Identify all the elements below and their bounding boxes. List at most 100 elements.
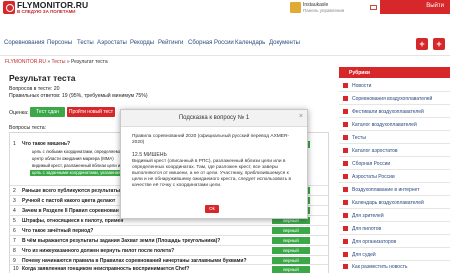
logo-subtitle: В СЛЕДУЮ ЗА ПОЛЕТАМИ — [17, 9, 76, 14]
nav-item-documents[interactable]: Документы — [269, 40, 300, 46]
question-number: 4 — [13, 208, 16, 214]
hint-modal: Подсказка к вопросу № 1 × Правила соревн… — [120, 109, 308, 219]
sidebar-item-organizers[interactable]: Для организаторов — [339, 236, 450, 248]
menu-button[interactable]: + — [433, 38, 445, 50]
sidebar-item-label: Сборная России — [352, 161, 391, 167]
nav-item-balloons[interactable]: Аэростаты — [97, 40, 127, 46]
test-passed-badge: Тест сдан — [30, 107, 65, 117]
page-title: Результат теста — [9, 73, 76, 83]
site-header: FLYMONITOR.RU В СЛЕДУЮ ЗА ПОЛЕТАМИ Insta… — [0, 0, 450, 16]
sidebar-item-calendar[interactable]: Календарь воздухоплавателей — [339, 197, 450, 209]
arrow-icon — [343, 264, 348, 269]
arrow-icon — [343, 148, 348, 153]
sidebar-item-label: Как разместить новость — [352, 264, 408, 270]
arrow-icon — [343, 161, 348, 166]
sidebar-item-national-team[interactable]: Сборная России — [339, 158, 450, 170]
questions-count: Вопросов в тесте: 20 — [9, 86, 60, 92]
table-row[interactable]: 6 Что такое зачётный период? верный — [10, 226, 328, 236]
questions-header: Вопросы теста: — [9, 125, 47, 131]
sidebar-item-balloon-catalog[interactable]: Каталог аэростатов — [339, 145, 450, 157]
question-number: 8 — [13, 248, 16, 254]
breadcrumb-home[interactable]: FLYMONITOR.RU — [5, 59, 46, 65]
question-number: 9 — [13, 258, 16, 264]
ok-button[interactable]: Ok — [205, 205, 219, 213]
sidebar-item-pilot-catalog[interactable]: Каталог воздухоплавателей — [339, 119, 450, 131]
breadcrumb-separator: » — [47, 59, 51, 65]
verdict-badge: верный — [272, 266, 310, 273]
sidebar-item-label: Соревнования воздухоплавателей — [352, 96, 433, 102]
arrow-icon — [343, 226, 348, 231]
table-row[interactable]: 8 Что из нижеуказанного должен вернуть п… — [10, 246, 328, 256]
question-text: Что из нижеуказанного должен вернуть пил… — [22, 248, 175, 254]
sidebar-item-tests[interactable]: Тесты — [339, 132, 450, 144]
logout-button[interactable]: Выйти — [380, 0, 450, 14]
arrow-icon — [343, 96, 348, 101]
sidebar-item-label: Каталог воздухоплавателей — [352, 122, 417, 128]
table-row[interactable]: 10 Когда заявленная гонщиком неисправнос… — [10, 265, 328, 273]
grade-label: Оценка: — [9, 110, 29, 116]
arrow-icon — [343, 109, 348, 114]
sidebar-item-label: Для зрителей — [352, 213, 384, 219]
breadcrumb-current: Результат теста — [71, 59, 108, 65]
question-text: Почему начинаются правила в Правилах сор… — [22, 258, 247, 264]
nav-item-ratings[interactable]: Рейтинги — [158, 40, 183, 46]
correct-answers: Правильных ответов: 19 (95%, требуемый м… — [9, 93, 148, 99]
verdict-badge: верный — [272, 237, 310, 244]
question-number: 2 — [13, 188, 16, 194]
table-row[interactable]: 9 Почему начинаются правила в Правилах с… — [10, 256, 328, 265]
arrow-icon — [343, 213, 348, 218]
table-row[interactable]: 7 В чём выражается результаты задания За… — [10, 236, 328, 246]
add-button[interactable]: + — [416, 38, 428, 50]
breadcrumb-tests[interactable]: Тесты — [52, 59, 66, 65]
verdict-badge: верный — [272, 227, 310, 234]
sidebar-item-news[interactable]: Новости — [339, 80, 450, 92]
nav-item-calendar[interactable]: Календарь — [235, 40, 265, 46]
question-number: 1 — [13, 141, 16, 147]
nav-item-persons[interactable]: Персоны — [47, 40, 72, 46]
question-number: 10 — [13, 266, 19, 272]
sidebar-item-spectators[interactable]: Для зрителей — [339, 210, 450, 222]
sidebar-item-label: Новости — [352, 83, 372, 89]
close-icon[interactable]: × — [299, 113, 303, 120]
arrow-icon — [343, 122, 348, 127]
sidebar-item-russian-balloons[interactable]: Аэростаты России — [339, 171, 450, 183]
sidebar-item-competitions[interactable]: Соревнования воздухоплавателей — [339, 93, 450, 105]
mail-icon[interactable] — [370, 5, 377, 10]
sidebar-item-submit-news[interactable]: Как разместить новость — [339, 261, 450, 273]
breadcrumb-separator: » — [66, 59, 70, 65]
modal-source: Правила соревнований 2020 (официальный р… — [132, 134, 290, 145]
nav-item-tests[interactable]: Тесты — [77, 40, 94, 46]
new-test-button[interactable]: Пройти новый тест — [67, 107, 115, 117]
sidebar-item-label: Календарь воздухоплавателей — [352, 200, 424, 206]
logo-icon[interactable] — [3, 1, 15, 14]
arrow-icon — [343, 174, 348, 179]
sidebar-heading: Рубрики — [339, 67, 450, 78]
question-text: Что такое мишень? — [22, 141, 71, 147]
nav-item-national-team[interactable]: Сборная России — [188, 40, 234, 46]
question-text: Что такое зачётный период? — [22, 228, 94, 234]
main-nav: Соревнования Персоны Тесты Аэростаты Рек… — [0, 28, 450, 56]
arrow-icon — [343, 83, 348, 88]
sidebar-item-label: Для пилотов — [352, 226, 382, 232]
control-panel-link[interactable]: Панель управления — [303, 8, 344, 13]
modal-header: Подсказка к вопросу № 1 × — [121, 110, 307, 127]
arrow-icon — [343, 200, 348, 205]
nav-item-competitions[interactable]: Соревнования — [4, 40, 45, 46]
question-text: Когда заявленная гонщиком неисправность … — [22, 266, 190, 272]
sidebar-item-festivals[interactable]: Фестивали воздухоплавателей — [339, 106, 450, 118]
arrow-icon — [343, 252, 348, 257]
question-text: В чём выражается результаты задания Захв… — [22, 238, 221, 244]
nav-item-records[interactable]: Рекорды — [130, 40, 154, 46]
question-number: 5 — [13, 218, 16, 224]
modal-title: Подсказка к вопросу № 1 — [178, 115, 250, 121]
sidebar-item-pilots[interactable]: Для пилотов — [339, 223, 450, 235]
question-text: Ручной с пастой какого цвета делают — [22, 198, 116, 204]
arrow-icon — [343, 135, 348, 140]
sidebar-item-internet[interactable]: Воздухоплавание в интернет — [339, 184, 450, 196]
question-text: Зачем в Разделе II Правил соревнован — [22, 208, 119, 214]
user-avatar[interactable] — [290, 2, 301, 13]
sidebar-item-label: Фестивали воздухоплавателей — [352, 109, 424, 115]
sidebar-item-judges[interactable]: Для судей — [339, 249, 450, 261]
verdict-badge: верный — [272, 247, 310, 254]
arrow-icon — [343, 239, 348, 244]
